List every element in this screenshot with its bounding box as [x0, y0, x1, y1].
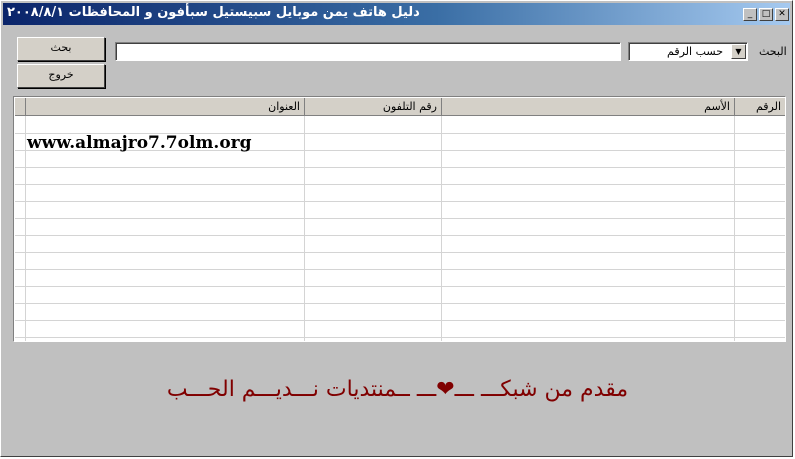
column-header-name[interactable]: الأسم: [442, 98, 735, 116]
row-divider: [15, 184, 785, 185]
row-selector-header: [15, 98, 26, 116]
row-divider: [15, 201, 785, 202]
column-header-address[interactable]: العنوان: [26, 98, 305, 116]
row-divider: [15, 252, 785, 253]
row-divider: [15, 269, 785, 270]
window-title: دليل هاتف يمن موبايل سبيستيل سبأفون و ال…: [7, 5, 420, 20]
search-by-value: حسب الرقم: [667, 45, 723, 58]
title-bar[interactable]: دليل هاتف يمن موبايل سبيستيل سبأفون و ال…: [3, 3, 790, 25]
minimize-button[interactable]: _: [743, 8, 757, 21]
close-button[interactable]: ✕: [775, 8, 789, 21]
row-divider: [15, 286, 785, 287]
search-input[interactable]: [115, 42, 621, 61]
footer-credit: مقدم من شبكـــ ـــ❤ـــ ــمنتديات نـــديـ…: [166, 377, 629, 402]
website-url: www.almajro7.7olm.org: [27, 133, 252, 153]
search-label: البحث: [759, 45, 787, 58]
search-button[interactable]: بحث: [17, 37, 105, 61]
column-header-number[interactable]: الرقم: [735, 98, 785, 116]
row-divider: [15, 337, 785, 338]
row-divider: [15, 303, 785, 304]
column-header-phone[interactable]: رقم التلفون: [305, 98, 442, 116]
app-window: دليل هاتف يمن موبايل سبيستيل سبأفون و ال…: [0, 0, 793, 457]
exit-button[interactable]: خروج: [17, 64, 105, 88]
chevron-down-icon[interactable]: ▼: [731, 44, 746, 59]
maximize-button[interactable]: □: [759, 8, 773, 21]
row-divider: [15, 218, 785, 219]
row-divider: [15, 235, 785, 236]
row-divider: [15, 167, 785, 168]
search-by-select[interactable]: حسب الرقم ▼: [628, 42, 748, 61]
row-divider: [15, 320, 785, 321]
